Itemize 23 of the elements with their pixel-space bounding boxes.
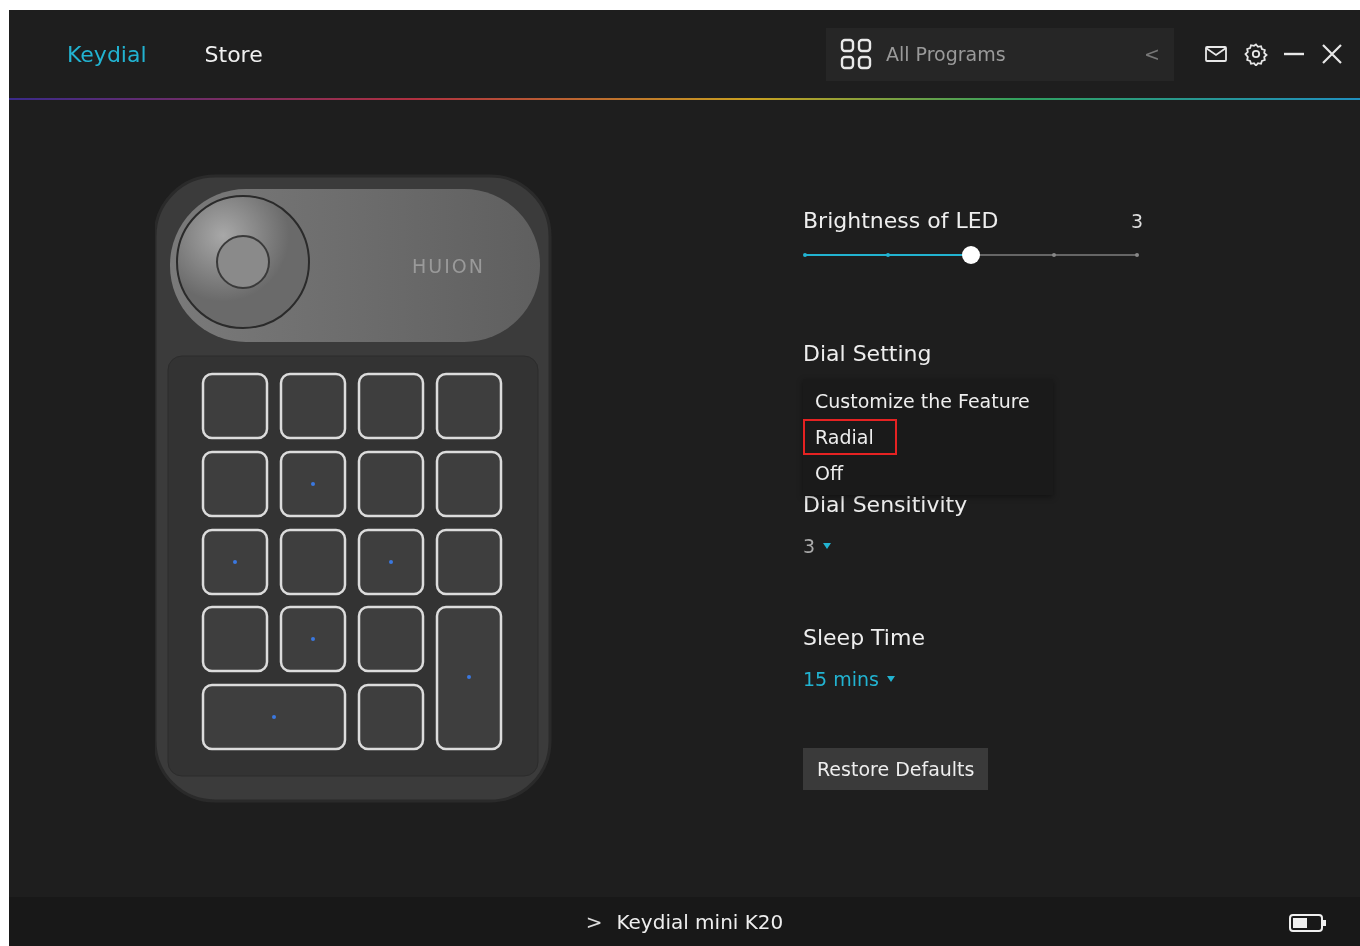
sleep-time-title: Sleep Time [803, 625, 926, 650]
menu-option[interactable]: Radial [803, 419, 897, 455]
close-icon[interactable] [1320, 42, 1344, 66]
program-selector[interactable]: All Programs < [826, 27, 1174, 81]
brightness-title: Brightness of LED [803, 208, 999, 233]
battery-icon [1289, 914, 1327, 932]
menu-option[interactable]: Customize the Feature [803, 383, 1053, 419]
nav-tab[interactable]: Keydial [67, 41, 147, 67]
device-name: Keydial mini K20 [616, 909, 784, 934]
restore-defaults-button[interactable]: Restore Defaults [803, 748, 989, 790]
brightness-reading: 3 [1130, 209, 1143, 232]
settings-icon[interactable] [1244, 42, 1268, 66]
sensitivity-dropdown[interactable]: 3 [803, 535, 1143, 557]
dial-sensitivity-title: Dial Sensitivity [803, 492, 969, 517]
program-selector-value: All Programs [886, 43, 1007, 65]
expand-chevron[interactable]: > [585, 909, 603, 934]
brightness-slider[interactable] [805, 245, 1137, 265]
dial-setting-title: Dial Setting [803, 341, 933, 366]
nav-tab[interactable]: Store [204, 41, 263, 67]
grid-icon [840, 38, 872, 70]
menu-option[interactable]: Off [803, 455, 1053, 491]
slider-thumb[interactable] [962, 246, 980, 264]
sleep-time-dropdown[interactable]: 15 mins [803, 668, 1143, 690]
